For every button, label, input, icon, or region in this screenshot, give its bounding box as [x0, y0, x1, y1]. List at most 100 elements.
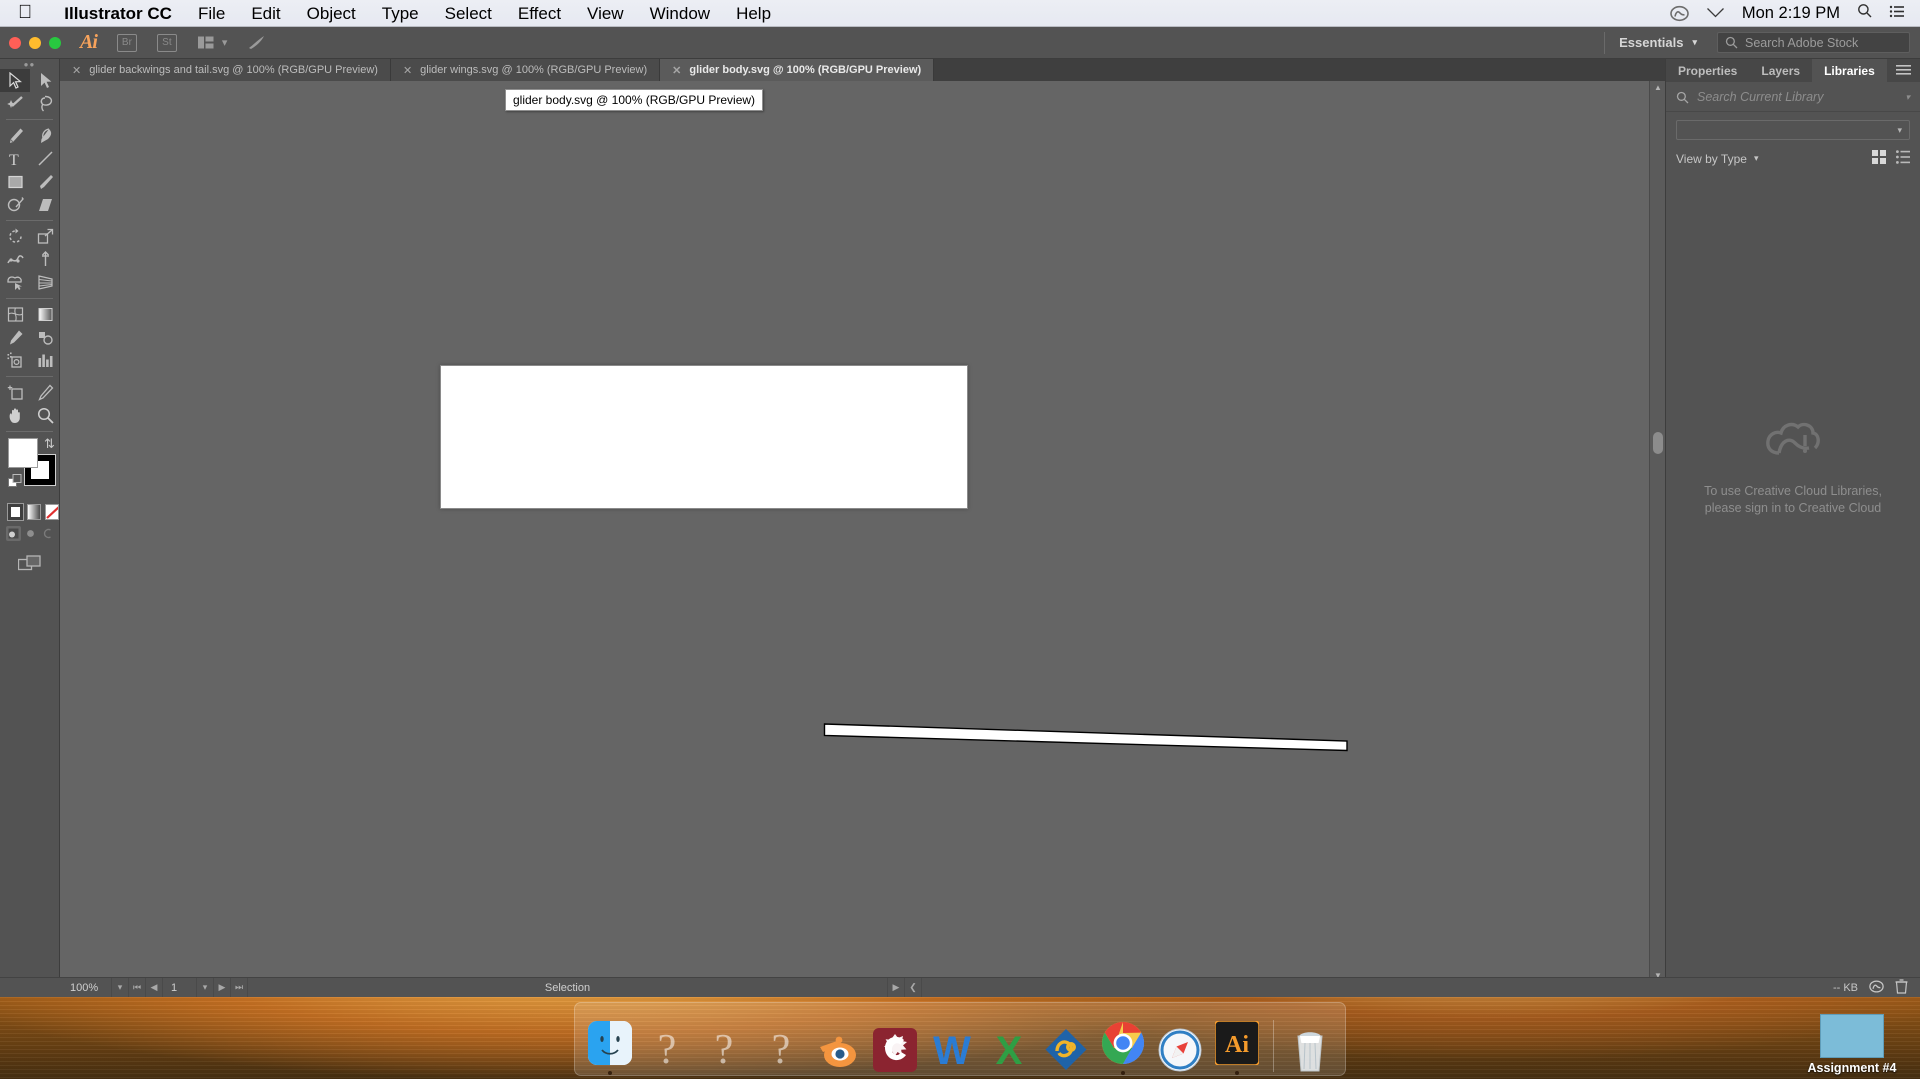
rotate-tool[interactable]: [0, 225, 30, 248]
menu-help[interactable]: Help: [723, 0, 784, 27]
wifi-icon[interactable]: [1706, 3, 1725, 23]
chevron-down-icon[interactable]: ▾: [222, 36, 228, 49]
slice-tool[interactable]: [30, 381, 60, 404]
desktop-file-assignment-4[interactable]: Assignment #4: [1796, 1014, 1908, 1075]
fill-swatch[interactable]: [8, 438, 38, 468]
menu-view[interactable]: View: [574, 0, 637, 27]
draw-behind-button[interactable]: [23, 526, 38, 541]
dock-item-unknown-app-3[interactable]: ?: [755, 1017, 807, 1075]
grid-view-icon[interactable]: [1872, 150, 1886, 167]
resize-grip-icon[interactable]: ❮: [905, 978, 922, 997]
zoom-chevron-icon[interactable]: ▾: [112, 978, 129, 997]
next-artboard-button[interactable]: ▶: [214, 978, 231, 997]
blend-tool[interactable]: [30, 326, 60, 349]
menu-object[interactable]: Object: [294, 0, 369, 27]
gradient-swatch-button[interactable]: [26, 504, 41, 520]
eyedropper-tool[interactable]: [0, 326, 30, 349]
type-tool[interactable]: T: [0, 147, 30, 170]
scale-tool[interactable]: [30, 225, 60, 248]
maximize-window-button[interactable]: [49, 36, 61, 49]
menu-window[interactable]: Window: [637, 0, 723, 27]
paintbrush-tool[interactable]: [30, 170, 60, 193]
dock-item-finder[interactable]: [584, 1017, 636, 1075]
width-tool[interactable]: [0, 248, 30, 271]
hand-tool[interactable]: [0, 404, 30, 427]
document-tab-glider-body[interactable]: ✕ glider body.svg @ 100% (RGB/GPU Previe…: [660, 59, 935, 81]
rectangle-tool[interactable]: [0, 170, 30, 193]
eraser-tool[interactable]: [30, 193, 60, 216]
artboard[interactable]: [440, 365, 1348, 752]
artboard-chevron-icon[interactable]: ▾: [197, 978, 214, 997]
chevron-down-icon[interactable]: ▾: [1905, 92, 1910, 103]
chevron-down-icon[interactable]: ▾: [1754, 153, 1759, 164]
close-window-button[interactable]: [9, 36, 21, 49]
close-icon[interactable]: ✕: [72, 64, 81, 77]
apple-icon[interactable]: : [18, 3, 32, 22]
window-controls[interactable]: [0, 36, 61, 49]
dock-item-blender[interactable]: [812, 1017, 864, 1075]
menu-type[interactable]: Type: [369, 0, 432, 27]
scroll-up-arrow-icon[interactable]: ▲: [1650, 81, 1666, 93]
document-canvas-area[interactable]: ▲ ▼: [60, 81, 1665, 997]
screen-mode-button[interactable]: [0, 541, 59, 572]
default-fill-stroke-icon[interactable]: [8, 474, 22, 493]
minimize-window-button[interactable]: [29, 36, 41, 49]
library-search-input[interactable]: Search Current Library ▾: [1666, 82, 1920, 112]
dock-item-google-chrome[interactable]: [1097, 1017, 1149, 1075]
color-swatch-button[interactable]: [7, 503, 24, 521]
selection-tool[interactable]: [0, 69, 30, 92]
zoom-tool[interactable]: [30, 404, 60, 427]
shaper-tool[interactable]: [0, 193, 30, 216]
adobe-stock-search[interactable]: Search Adobe Stock: [1717, 32, 1910, 53]
dock-item-illustrator[interactable]: Ai: [1211, 1017, 1263, 1075]
arrange-documents-button[interactable]: ▾: [197, 35, 228, 50]
pen-tool[interactable]: [0, 124, 30, 147]
draw-normal-button[interactable]: [6, 526, 21, 541]
search-icon[interactable]: [1857, 3, 1872, 23]
artboard-number-field[interactable]: 1: [163, 978, 197, 997]
column-graph-tool[interactable]: [30, 349, 60, 372]
curvature-tool[interactable]: [30, 124, 60, 147]
dock-item-foxit-reader[interactable]: [1040, 1017, 1092, 1075]
trash-icon[interactable]: [1895, 978, 1908, 997]
glider-body-outline-shape[interactable]: [823, 720, 1349, 752]
gradient-tool[interactable]: [30, 303, 60, 326]
line-segment-tool[interactable]: [30, 147, 60, 170]
vertical-scrollbar[interactable]: ▲ ▼: [1649, 81, 1665, 981]
document-tab-glider-backwings-and-tail[interactable]: ✕ glider backwings and tail.svg @ 100% (…: [60, 59, 391, 81]
canvas-viewport[interactable]: [60, 81, 1649, 981]
shape-builder-tool[interactable]: [0, 271, 30, 294]
draw-inside-button[interactable]: [40, 526, 55, 541]
dock-item-microsoft-word[interactable]: W: [926, 1017, 978, 1075]
menu-effect[interactable]: Effect: [505, 0, 574, 27]
mesh-tool[interactable]: [0, 303, 30, 326]
menu-file[interactable]: File: [185, 0, 238, 27]
perspective-grid-tool[interactable]: [30, 271, 60, 294]
artboard-tool[interactable]: [0, 381, 30, 404]
previous-artboard-button[interactable]: ◀: [146, 978, 163, 997]
control-center-icon[interactable]: [1889, 3, 1904, 23]
symbol-sprayer-tool[interactable]: [0, 349, 30, 372]
vertical-scroll-thumb[interactable]: [1653, 432, 1663, 454]
tab-libraries[interactable]: Libraries: [1812, 59, 1887, 82]
creative-cloud-icon[interactable]: [1869, 979, 1884, 997]
dock-item-microsoft-excel[interactable]: X: [983, 1017, 1035, 1075]
menu-select[interactable]: Select: [432, 0, 505, 27]
swap-fill-stroke-icon[interactable]: ⇅: [44, 436, 55, 452]
stock-icon[interactable]: St: [156, 33, 177, 52]
document-tab-glider-wings[interactable]: ✕ glider wings.svg @ 100% (RGB/GPU Previ…: [390, 59, 661, 81]
list-view-icon[interactable]: [1896, 150, 1910, 167]
tab-layers[interactable]: Layers: [1749, 59, 1812, 82]
zoom-level-field[interactable]: 100%: [60, 978, 112, 997]
dock-item-trash[interactable]: [1284, 1017, 1336, 1075]
dock-item-unknown-app-1[interactable]: ?: [641, 1017, 693, 1075]
magic-wand-tool[interactable]: [0, 92, 30, 115]
panel-menu-icon[interactable]: [1887, 59, 1920, 82]
menu-edit[interactable]: Edit: [238, 0, 293, 27]
bridge-button[interactable]: Br: [116, 33, 137, 52]
bridge-icon[interactable]: Br: [116, 33, 137, 52]
close-icon[interactable]: ✕: [403, 64, 412, 77]
dock-item-safari[interactable]: [1154, 1017, 1206, 1075]
library-selector[interactable]: ▾: [1676, 120, 1910, 140]
none-swatch-button[interactable]: [44, 504, 60, 520]
